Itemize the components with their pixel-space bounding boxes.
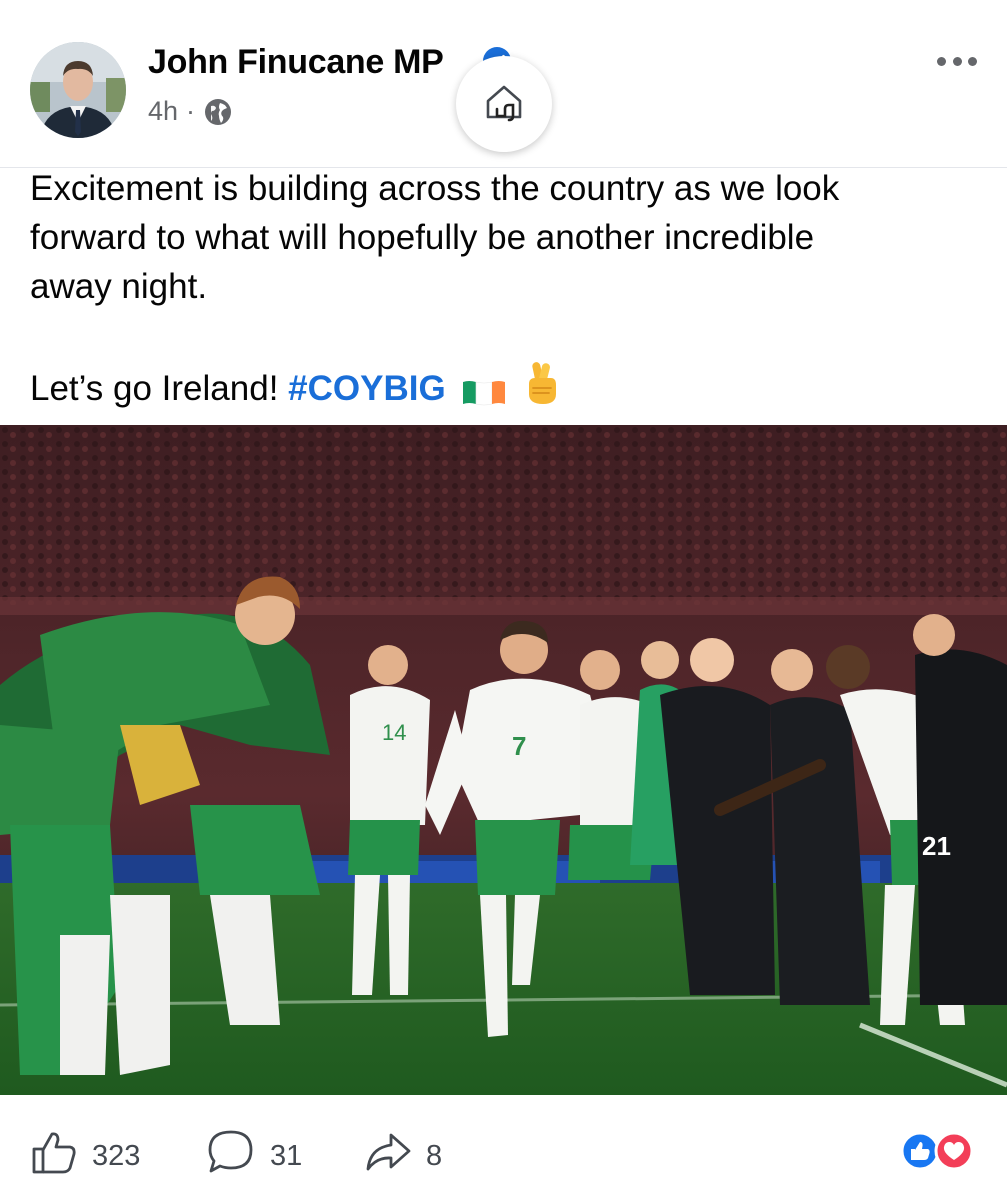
share-icon bbox=[364, 1128, 412, 1184]
more-dot bbox=[937, 56, 946, 66]
post-time[interactable]: 4h bbox=[148, 96, 178, 127]
thumbs-up-icon bbox=[30, 1128, 78, 1184]
hashtag-link[interactable]: #COYBIG bbox=[288, 369, 446, 408]
share-count: 8 bbox=[426, 1139, 443, 1172]
more-options-button[interactable] bbox=[931, 46, 983, 76]
post-closing-line: Let’s go Ireland! #COYBIG bbox=[30, 360, 980, 419]
author-name[interactable]: John Finucane MP bbox=[148, 43, 444, 82]
post-text: Excitement is building across the countr… bbox=[30, 164, 980, 419]
jersey-number-14: 14 bbox=[382, 720, 406, 745]
globe-icon bbox=[203, 97, 233, 127]
home-button[interactable] bbox=[456, 56, 552, 152]
share-button[interactable]: 8 bbox=[364, 1128, 442, 1184]
jersey-number-7: 7 bbox=[512, 731, 526, 761]
closing-text: Let’s go Ireland! bbox=[30, 369, 279, 408]
comment-button[interactable]: 31 bbox=[206, 1128, 302, 1184]
more-dot bbox=[952, 56, 962, 66]
avatar[interactable] bbox=[30, 42, 126, 138]
post-text-line: away night. bbox=[30, 267, 208, 306]
like-button[interactable]: 323 bbox=[30, 1128, 140, 1184]
post-text-line: forward to what will hopefully be anothe… bbox=[30, 218, 815, 257]
post-header: John Finucane MP 4h · bbox=[0, 0, 1007, 168]
home-icon bbox=[478, 76, 530, 133]
like-reaction-icon bbox=[900, 1131, 940, 1171]
crossed-fingers-emoji bbox=[523, 360, 561, 419]
post-actions-bar: 323 31 8 bbox=[0, 1100, 1007, 1200]
love-reaction-icon bbox=[934, 1131, 974, 1171]
like-count: 323 bbox=[92, 1139, 141, 1172]
comment-icon bbox=[206, 1128, 256, 1184]
jersey-number-21: 21 bbox=[922, 831, 951, 861]
post-photo[interactable]: 14 7 21 bbox=[0, 425, 1007, 1095]
post-text-line: Excitement is building across the countr… bbox=[30, 169, 840, 208]
comment-count: 31 bbox=[270, 1139, 303, 1172]
irish-flag-emoji bbox=[461, 370, 507, 419]
more-dot bbox=[968, 56, 977, 66]
post-meta: 4h · bbox=[148, 96, 233, 127]
meta-separator: · bbox=[186, 96, 196, 126]
reactions-summary[interactable] bbox=[899, 1130, 979, 1172]
